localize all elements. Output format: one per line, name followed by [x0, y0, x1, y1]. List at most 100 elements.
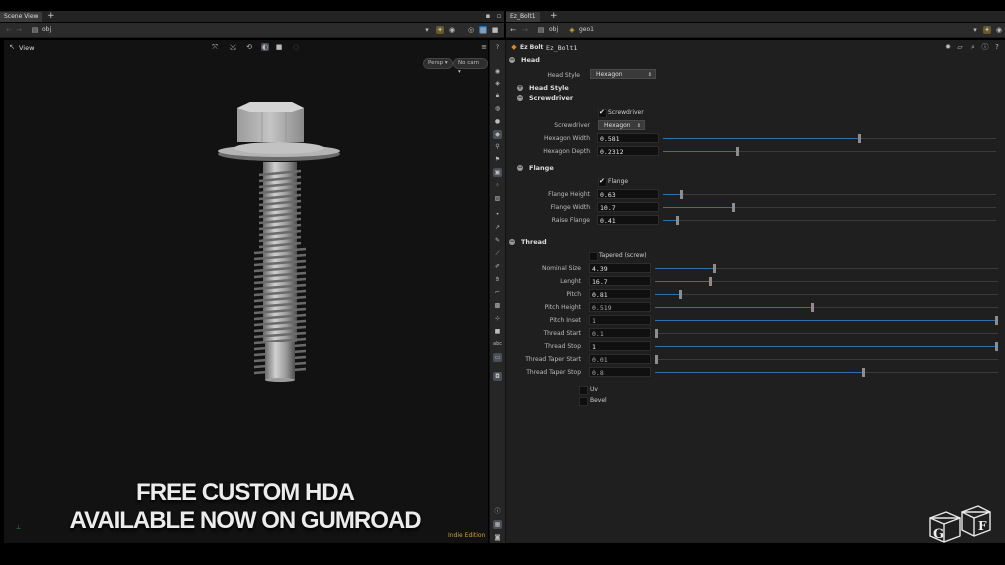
tab-ez-bolt[interactable]: Ez_Bolt1 — [506, 12, 540, 22]
bevel-checkbox[interactable] — [579, 397, 588, 406]
slider-handle[interactable] — [995, 342, 998, 351]
thread-start-field[interactable]: 0.1 — [589, 328, 651, 338]
slider-handle[interactable] — [858, 134, 861, 143]
help-icon[interactable]: ? — [493, 43, 502, 52]
slider-handle[interactable] — [679, 290, 682, 299]
camera-tool-icon[interactable]: ◘ — [493, 372, 502, 381]
layout-icon[interactable]: ▦ — [493, 520, 502, 529]
info-icon[interactable]: ⓘ — [493, 507, 502, 516]
node-name[interactable]: Ez_Bolt1 — [546, 44, 577, 52]
forward-arrow-icon[interactable]: → — [521, 26, 529, 34]
eye-icon[interactable]: ◉ — [493, 67, 502, 76]
text-tool-icon[interactable]: abc — [493, 340, 502, 349]
view-option-icon[interactable]: ◌ — [292, 43, 300, 51]
edge-icon[interactable]: ⟋ — [493, 249, 502, 258]
add-tab-icon[interactable]: + — [550, 11, 558, 21]
slider-handle[interactable] — [862, 368, 865, 377]
tapered-checkbox[interactable] — [589, 252, 598, 261]
paint-icon[interactable]: ✐ — [493, 262, 502, 271]
add-tab-icon[interactable]: + — [47, 11, 55, 21]
length-slider[interactable] — [655, 277, 998, 286]
pin-tool-icon[interactable]: ⚲ — [493, 142, 502, 151]
slider-handle[interactable] — [655, 329, 658, 338]
move-tool-icon[interactable]: ⤩ — [229, 43, 237, 51]
hand-icon[interactable]: ✋︎ — [493, 275, 502, 284]
dot-icon[interactable]: • — [493, 210, 502, 219]
taper-stop-slider[interactable] — [655, 368, 998, 377]
slider-handle[interactable] — [736, 147, 739, 156]
pitch-inset-slider[interactable] — [655, 316, 998, 325]
path-obj[interactable]: obj — [549, 26, 558, 33]
head-style-folder[interactable]: + Head Style — [517, 84, 569, 92]
nominal-field[interactable]: 4.39 — [589, 263, 651, 273]
display-icon[interactable]: ■ — [491, 26, 499, 34]
thread-stop-slider[interactable] — [655, 342, 998, 351]
pitch-height-slider[interactable] — [655, 303, 998, 312]
render-icon[interactable]: ◙ — [493, 533, 502, 542]
hex-width-field[interactable]: 0.581 — [597, 133, 659, 143]
snap-grid-icon[interactable]: ▣ — [493, 168, 502, 177]
wire-icon[interactable]: ◈ — [493, 79, 502, 88]
brush-icon[interactable]: ✎ — [493, 236, 502, 245]
flange-folder[interactable]: − Flange — [517, 164, 554, 172]
pane-menu-icon[interactable]: ▪ — [484, 12, 492, 20]
slider-handle[interactable] — [732, 203, 735, 212]
pitch-slider[interactable] — [655, 290, 998, 299]
handle-tool-icon[interactable]: ◐ — [261, 43, 269, 51]
square-icon[interactable]: ■ — [493, 327, 502, 336]
flange-width-field[interactable]: 10.7 — [597, 202, 659, 212]
light-icon[interactable]: ◍ — [493, 104, 502, 113]
axis-icon[interactable]: ⊹ — [493, 314, 502, 323]
hex-depth-field[interactable]: 0.2312 — [597, 146, 659, 156]
screwdriver-dropdown[interactable]: Hexagon ⇕ — [598, 120, 645, 130]
thread-section[interactable]: − Thread — [509, 238, 547, 246]
hex-width-slider[interactable] — [663, 134, 996, 143]
flange-height-slider[interactable] — [663, 190, 996, 199]
ruler-icon[interactable]: ⌐ — [493, 288, 502, 297]
tab-scene-view[interactable]: Scene View — [0, 12, 43, 22]
normal-icon[interactable]: ↗ — [493, 223, 502, 232]
thread-stop-field[interactable]: 1 — [589, 341, 651, 351]
select-tool-icon[interactable]: ⤧ — [211, 43, 219, 51]
slider-handle[interactable] — [995, 316, 998, 325]
slider-handle[interactable] — [713, 264, 716, 273]
help-icon[interactable]: ? — [993, 43, 1001, 51]
bookmark-icon[interactable]: ▱ — [956, 43, 964, 51]
record-icon[interactable]: ■ — [275, 43, 283, 51]
back-arrow-icon[interactable]: ← — [509, 26, 517, 34]
head-style-dropdown[interactable]: Hexagon ⇕ — [590, 69, 656, 79]
shading-icon[interactable]: ◆ — [493, 130, 502, 139]
path-geo[interactable]: geo1 — [579, 26, 594, 33]
info-icon[interactable]: ⓘ — [981, 43, 989, 51]
pitch-field[interactable]: 0.81 — [589, 289, 651, 299]
uv-checkbox[interactable] — [579, 386, 588, 395]
thread-start-slider[interactable] — [655, 329, 998, 338]
perspective-menu[interactable]: Persp ▾ — [423, 58, 453, 69]
snap-icon[interactable]: ▦ — [479, 26, 487, 34]
slider-handle[interactable] — [811, 303, 814, 312]
taper-stop-field[interactable]: 0.8 — [589, 367, 651, 377]
taper-start-slider[interactable] — [655, 355, 998, 364]
points-icon[interactable]: ⁘ — [493, 181, 502, 190]
raise-flange-slider[interactable] — [663, 216, 996, 225]
path-dropdown-icon[interactable]: ▾ — [423, 26, 431, 34]
raise-flange-field[interactable]: 0.41 — [597, 215, 659, 225]
screwdriver-folder[interactable]: − Screwdriver — [517, 94, 573, 102]
sphere-icon[interactable]: ● — [493, 117, 502, 126]
flange-width-slider[interactable] — [663, 203, 996, 212]
slider-handle[interactable] — [680, 190, 683, 199]
maximize-icon[interactable]: ▫ — [495, 12, 503, 20]
path-obj[interactable]: obj — [42, 26, 51, 33]
back-arrow-icon[interactable]: ← — [5, 26, 13, 34]
flange-checkbox[interactable] — [598, 177, 607, 187]
slider-handle[interactable] — [655, 355, 658, 364]
slider-handle[interactable] — [676, 216, 679, 225]
camera-icon[interactable]: ◎ — [467, 26, 475, 34]
lock-icon[interactable]: 🔒︎ — [493, 91, 502, 100]
camera-menu[interactable]: No cam ▾ — [453, 58, 488, 75]
flange-height-field[interactable]: 0.63 — [597, 189, 659, 199]
link-icon[interactable]: ◉ — [995, 26, 1003, 34]
length-field[interactable]: 16.7 — [589, 276, 651, 286]
nominal-slider[interactable] — [655, 264, 998, 273]
grid-icon[interactable]: ▩ — [493, 301, 502, 310]
